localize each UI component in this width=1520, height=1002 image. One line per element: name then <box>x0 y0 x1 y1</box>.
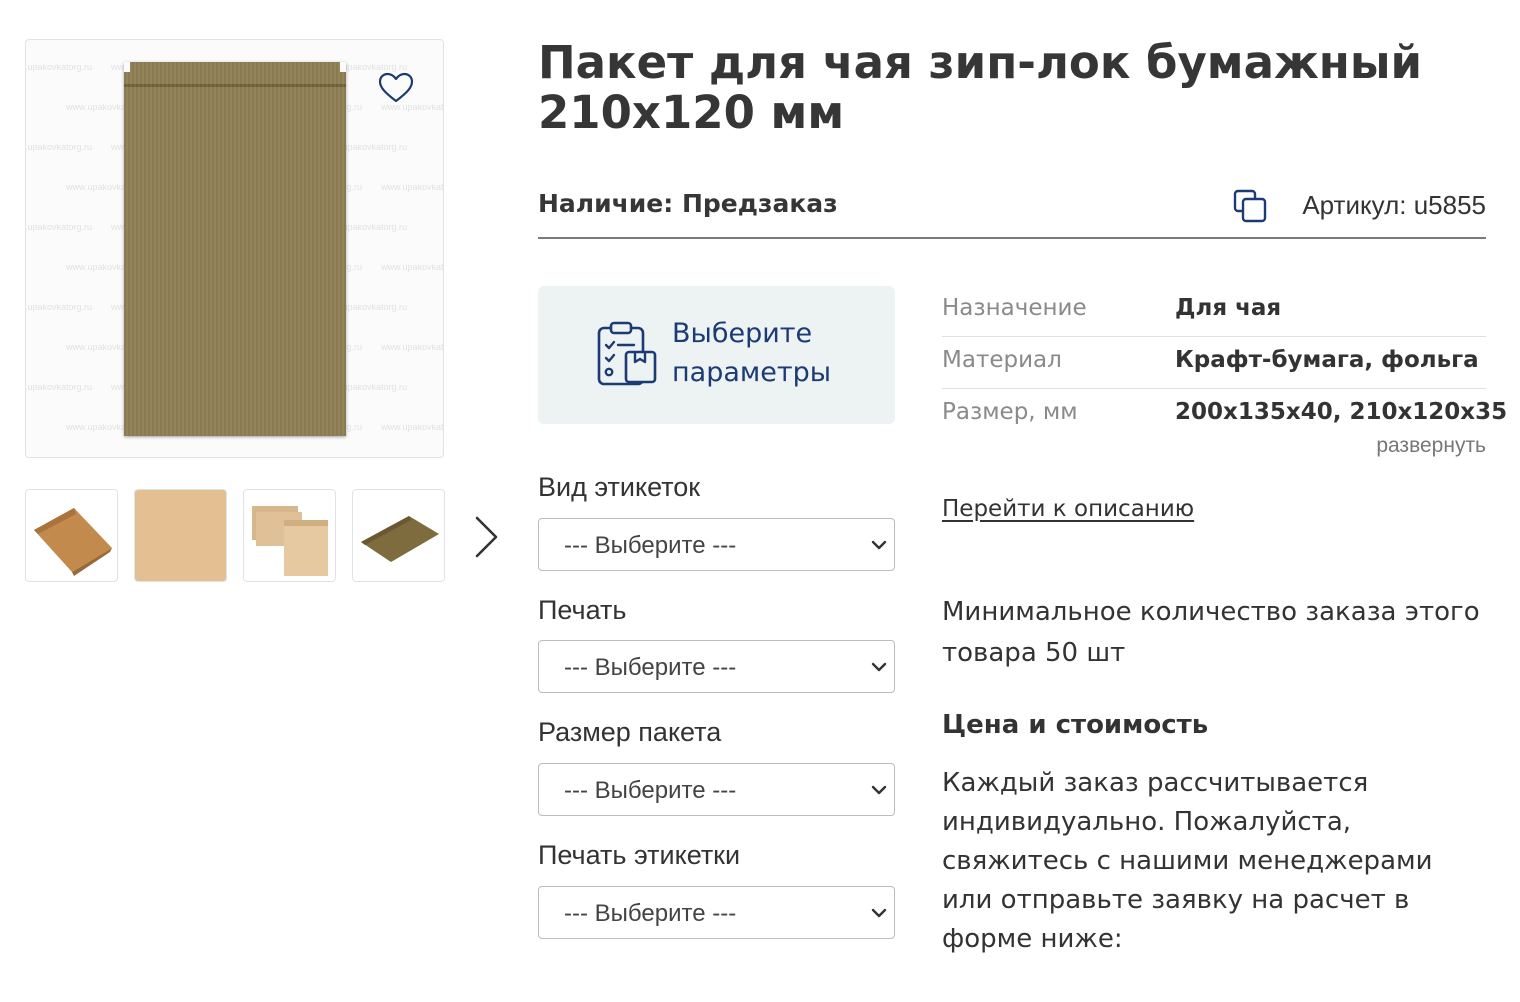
product-bag-image <box>124 62 346 436</box>
select-sticker-type[interactable]: --- Выберите --- <box>538 518 895 571</box>
spec-value: Для чая <box>1175 295 1282 321</box>
label-sticker-type: Вид этикеток <box>538 472 701 502</box>
spec-value: Крафт-бумага, фольга <box>1175 347 1479 373</box>
specs-table: Назначение Для чая Материал Крафт-бумага… <box>942 285 1507 441</box>
select-sticker-type-value: --- Выберите --- <box>564 532 737 559</box>
spec-name: Размер, мм <box>942 399 1078 425</box>
label-print: Печать <box>538 595 627 625</box>
select-sticker-print-value: --- Выберите --- <box>564 900 737 927</box>
chevron-right-icon[interactable] <box>470 513 502 561</box>
select-bag-size-value: --- Выберите --- <box>564 777 737 804</box>
checklist-icon <box>597 321 657 386</box>
label-bag-size: Размер пакета <box>538 717 722 747</box>
thumbnail-4-image <box>361 516 439 562</box>
thumbnail-1[interactable] <box>25 489 118 582</box>
thumbnail-2-image <box>135 490 226 581</box>
chevron-down-icon <box>871 908 887 918</box>
label-sticker-print: Печать этикетки <box>538 840 741 870</box>
spec-row: Назначение Для чая <box>942 285 1486 337</box>
product-main-photo[interactable]: www.upakovkatorg.ru www.upakovkatorg.ru ww… <box>25 39 444 458</box>
choose-params-line-1: Выберите <box>672 318 813 349</box>
heart-icon[interactable] <box>378 72 414 104</box>
select-bag-size[interactable]: --- Выберите --- <box>538 763 895 816</box>
thumbnail-1-image <box>34 508 112 576</box>
price-heading: Цена и стоимость <box>942 710 1209 740</box>
spec-name: Назначение <box>942 295 1087 321</box>
spec-row: Материал Крафт-бумага, фольга <box>942 337 1486 389</box>
watermark-text: www.upakovkatorg.ru <box>381 182 444 192</box>
watermark-text: www.upakovkatorg.ru <box>25 142 93 152</box>
chevron-down-icon <box>871 540 887 550</box>
watermark-text: www.upakovkatorg.ru <box>381 262 444 272</box>
sku-label: Артикул: u5855 <box>1302 190 1486 220</box>
min-order-text: Минимальное количество заказа этого това… <box>942 597 1480 668</box>
watermark-text: www.upakovkatorg.ru <box>25 62 93 72</box>
thumbnail-3[interactable] <box>243 489 336 582</box>
choose-params-label: Выберите параметры <box>672 314 831 392</box>
chevron-down-icon <box>871 662 887 672</box>
availability-status: Наличие: Предзаказ <box>538 189 838 218</box>
select-print[interactable]: --- Выберите --- <box>538 640 895 693</box>
chevron-down-icon <box>871 785 887 795</box>
watermark-text: www.upakovkatorg.ru <box>381 342 444 352</box>
product-title: Пакет для чая зип-лок бумажный 210x120 м… <box>538 36 1423 139</box>
watermark-text: www.upakovkatorg.ru <box>25 382 93 392</box>
goto-description-link[interactable]: Перейти к описанию <box>942 496 1194 522</box>
spec-value: 200x135x40, 210x120x35 <box>1175 399 1508 425</box>
choose-params-line-2: параметры <box>672 357 832 388</box>
watermark-text: www.upakovkatorg.ru <box>381 422 444 432</box>
expand-specs-link[interactable]: развернуть <box>1376 434 1486 458</box>
select-print-value: --- Выберите --- <box>564 654 737 681</box>
watermark-text: www.upakovkatorg.ru <box>25 222 93 232</box>
thumbnail-3-image <box>252 506 328 576</box>
watermark-text: www.upakovkatorg.ru <box>25 302 93 312</box>
thumbnail-4[interactable] <box>352 489 445 582</box>
select-sticker-print[interactable]: --- Выберите --- <box>538 886 895 939</box>
spec-name: Материал <box>942 347 1062 373</box>
thumbnail-2[interactable] <box>134 489 227 582</box>
choose-params-button[interactable]: Выберите параметры <box>538 286 895 424</box>
availability-row: Наличие: Предзаказ Артикул: u5855 <box>538 186 1486 239</box>
copy-icon[interactable] <box>1232 188 1268 224</box>
price-description: Каждый заказ рассчитывается индивидуальн… <box>942 768 1433 954</box>
